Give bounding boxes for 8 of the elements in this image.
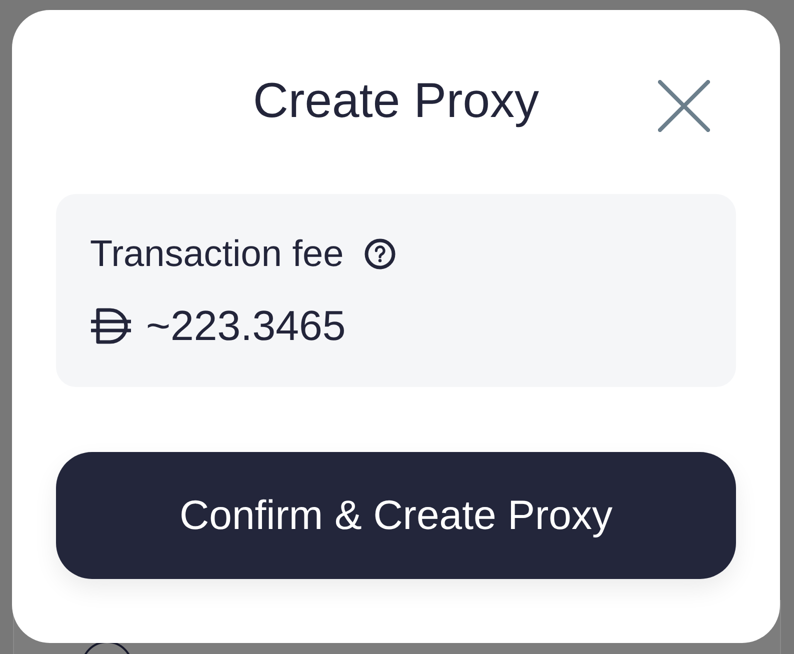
- modal-title: Create Proxy: [253, 74, 539, 128]
- help-icon[interactable]: [364, 238, 396, 270]
- confirm-button[interactable]: Confirm & Create Proxy: [56, 452, 736, 579]
- close-button[interactable]: [658, 80, 710, 132]
- currency-icon: [90, 308, 132, 344]
- close-icon: [658, 80, 710, 132]
- fee-label: Transaction fee: [90, 232, 344, 276]
- fee-value: ~223.3465: [146, 301, 346, 351]
